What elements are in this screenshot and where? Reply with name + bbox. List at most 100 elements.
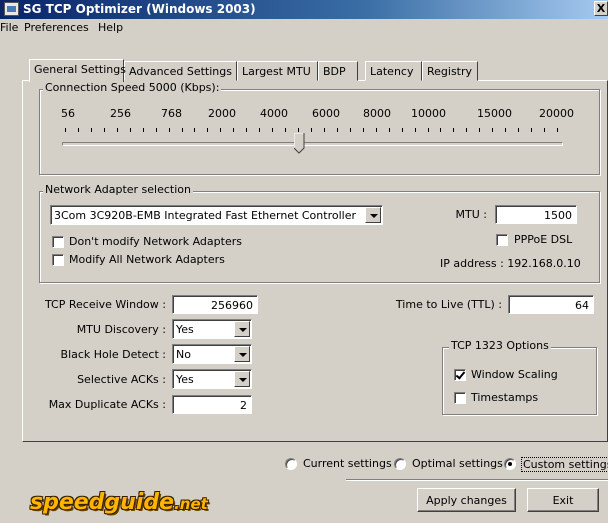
slider-tick — [194, 128, 196, 132]
logo-suffix-text: .net — [174, 495, 208, 513]
max-dup-acks-label: Max Duplicate ACKs : — [48, 398, 166, 411]
window-title: SG TCP Optimizer (Windows 2003) — [23, 2, 256, 16]
slider-tick — [492, 128, 494, 132]
black-hole-select[interactable]: No — [172, 344, 252, 364]
menu-preferences[interactable]: Preferences — [24, 21, 89, 34]
slider-tick — [142, 128, 144, 132]
optimal-settings-label[interactable]: Optimal settings — [412, 457, 503, 470]
tick-label-256: 256 — [110, 107, 131, 120]
ttl-label: Time to Live (TTL) : — [395, 298, 502, 311]
slider-tick — [544, 128, 546, 132]
slider-tick — [65, 128, 66, 132]
app-icon — [4, 2, 19, 16]
tick-label-20000: 20000 — [539, 107, 574, 120]
slider-tick — [427, 128, 429, 132]
slider-tick — [336, 128, 338, 132]
current-settings-label[interactable]: Current settings — [303, 457, 392, 470]
logo-main-text: speedguide — [30, 490, 175, 515]
menu-help[interactable]: Help — [98, 21, 123, 34]
tick-label-2000: 2000 — [208, 107, 236, 120]
slider-tick — [388, 128, 390, 132]
slider-tick — [272, 128, 274, 132]
connection-speed-label: Connection Speed 5000 (Kbps): — [43, 81, 222, 94]
chevron-down-icon[interactable] — [234, 321, 250, 337]
slider-tick — [440, 128, 442, 132]
adapter-select-value: 3Com 3C920B-EMB Integrated Fast Ethernet… — [54, 209, 356, 222]
mtu-field[interactable]: 1500 — [495, 205, 577, 224]
window-scaling-label: Window Scaling — [471, 368, 558, 381]
mtu-label: MTU : — [455, 208, 487, 221]
slider-tick — [220, 128, 222, 132]
slider-tick — [168, 128, 170, 132]
timestamps-label: Timestamps — [471, 391, 539, 404]
mtu-discovery-select[interactable]: Yes — [172, 319, 252, 339]
dont-modify-label: Don't modify Network Adapters — [69, 235, 242, 248]
modify-all-checkbox[interactable] — [52, 254, 64, 266]
mtu-discovery-value: Yes — [176, 323, 194, 336]
chevron-down-icon[interactable] — [234, 371, 250, 387]
tick-label-6000: 6000 — [312, 107, 340, 120]
slider-tick — [453, 128, 455, 132]
slider-tick — [207, 128, 209, 132]
slider-tick — [246, 128, 248, 132]
menu-bar: File Preferences Help — [0, 19, 608, 37]
max-dup-acks-field[interactable]: 2 — [172, 395, 252, 414]
ttl-field[interactable]: 64 — [508, 295, 594, 314]
tab-latency[interactable]: Latency — [365, 61, 422, 81]
rwin-field[interactable]: 256960 — [172, 295, 258, 314]
menu-file[interactable]: File — [0, 21, 18, 34]
mtu-discovery-label: MTU Discovery : — [76, 323, 166, 336]
apply-changes-button[interactable]: Apply changes — [417, 488, 516, 512]
custom-settings-label[interactable]: Custom settings — [521, 457, 608, 472]
timestamps-checkbox[interactable] — [454, 392, 466, 404]
bottom-separator — [346, 479, 608, 481]
speed-slider-thumb[interactable] — [294, 133, 305, 154]
slider-tick — [466, 128, 468, 132]
slider-tick — [531, 128, 533, 132]
slider-tick — [557, 128, 558, 132]
tick-label-768: 768 — [161, 107, 182, 120]
chevron-down-icon[interactable] — [234, 346, 250, 362]
modify-all-label: Modify All Network Adapters — [69, 253, 225, 266]
tick-label-56: 56 — [61, 107, 75, 120]
sack-select[interactable]: Yes — [172, 369, 252, 389]
tick-label-8000: 8000 — [363, 107, 391, 120]
slider-tick — [298, 128, 300, 132]
tab-largest-mtu[interactable]: Largest MTU — [237, 61, 318, 81]
tab-advanced-settings[interactable]: Advanced Settings — [124, 61, 237, 81]
chevron-down-icon[interactable] — [365, 207, 381, 223]
tab-registry[interactable]: Registry — [422, 61, 478, 81]
slider-tick — [479, 128, 481, 132]
tcp1323-label: TCP 1323 Options — [449, 339, 551, 352]
tab-bdp[interactable]: BDP — [318, 61, 358, 81]
slider-tick — [323, 128, 325, 132]
black-hole-value: No — [176, 348, 191, 361]
custom-settings-radio[interactable] — [504, 458, 516, 470]
close-button[interactable]: X — [594, 1, 608, 16]
pppoe-checkbox[interactable] — [496, 234, 508, 246]
slider-tick — [401, 128, 403, 132]
speed-slider-track[interactable] — [62, 142, 563, 146]
black-hole-label: Black Hole Detect : — [60, 348, 166, 361]
slider-tick — [349, 128, 351, 132]
network-adapter-label: Network Adapter selection — [43, 183, 194, 196]
slider-tick — [362, 128, 364, 132]
current-settings-radio[interactable] — [285, 458, 297, 470]
slider-tick — [233, 128, 235, 132]
exit-button[interactable]: Exit — [527, 488, 599, 512]
title-bar[interactable]: SG TCP Optimizer (Windows 2003) X — [0, 0, 608, 19]
optimal-settings-radio[interactable] — [394, 458, 406, 470]
ip-address-text: IP address : 192.168.0.10 — [440, 257, 581, 270]
tick-label-4000: 4000 — [260, 107, 288, 120]
tab-general-settings[interactable]: General Settings — [29, 59, 126, 82]
sack-value: Yes — [176, 373, 194, 386]
tick-label-15000: 15000 — [477, 107, 512, 120]
slider-tick — [285, 128, 287, 132]
dont-modify-checkbox[interactable] — [52, 236, 64, 248]
window-scaling-checkbox[interactable] — [454, 369, 466, 381]
slider-tick — [414, 128, 416, 132]
slider-tick — [375, 128, 377, 132]
adapter-select[interactable]: 3Com 3C920B-EMB Integrated Fast Ethernet… — [50, 205, 383, 225]
slider-tick — [129, 128, 131, 132]
slider-tick — [77, 128, 79, 132]
